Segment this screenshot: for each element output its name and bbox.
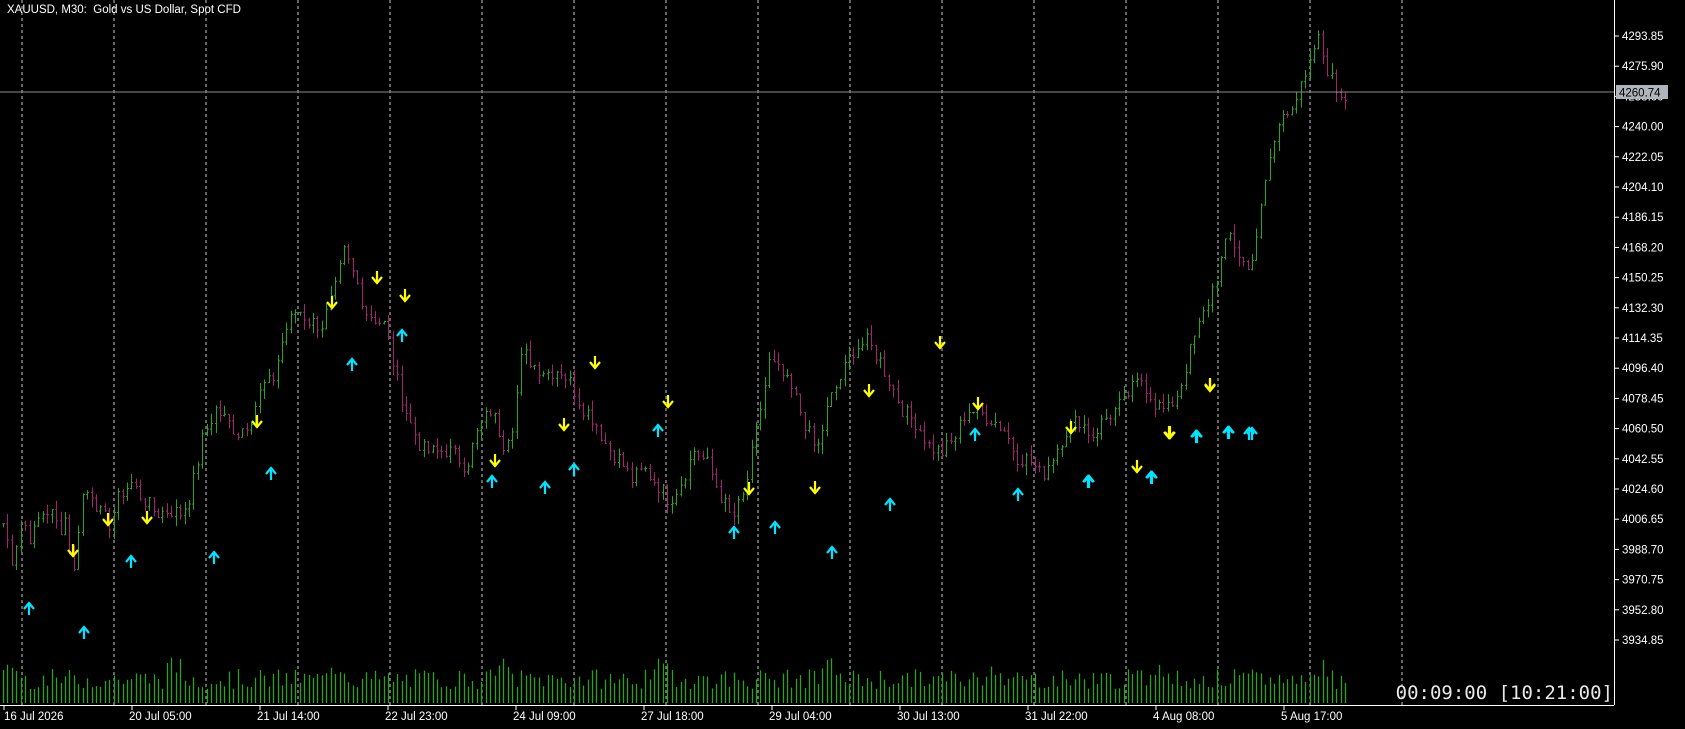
y-tick-label: 3952.80	[1622, 605, 1664, 617]
y-tick-label: 4078.45	[1622, 393, 1664, 405]
chart-background	[0, 0, 1685, 729]
x-tick-label: 27 Jul 18:00	[641, 711, 704, 723]
x-tick-label: 5 Aug 17:00	[1281, 711, 1342, 723]
y-tick-label: 4275.90	[1622, 61, 1664, 73]
y-tick-label: 4293.85	[1622, 31, 1664, 43]
x-tick-label: 4 Aug 08:00	[1153, 711, 1214, 723]
y-tick-label: 3988.70	[1622, 544, 1664, 556]
x-tick-label: 22 Jul 23:00	[385, 711, 448, 723]
y-tick-label: 3970.75	[1622, 575, 1664, 587]
y-tick-label: 4150.25	[1622, 273, 1664, 285]
y-tick-label: 4096.40	[1622, 363, 1664, 375]
x-tick-label: 30 Jul 13:00	[897, 711, 960, 723]
y-axis-ticks: 4293.854275.904258.004240.004222.054204.…	[1614, 31, 1664, 647]
current-price-label: 4260.74	[1619, 88, 1661, 100]
current-price-tag: 4260.74	[1616, 85, 1668, 100]
y-tick-label: 4114.35	[1622, 333, 1663, 345]
y-tick-label: 4186.15	[1622, 212, 1664, 224]
y-tick-label: 4204.10	[1622, 182, 1664, 194]
y-tick-label: 4132.30	[1622, 303, 1664, 315]
x-tick-label: 16 Jul 2026	[4, 711, 63, 723]
y-tick-label: 3934.85	[1622, 635, 1664, 647]
x-tick-label: 29 Jul 04:00	[769, 711, 832, 723]
y-tick-label: 4222.05	[1622, 152, 1664, 164]
y-tick-label: 4042.55	[1622, 454, 1664, 466]
y-tick-label: 4168.20	[1622, 242, 1664, 254]
y-tick-label: 4006.65	[1622, 514, 1664, 526]
price-chart[interactable]: 4293.854275.904258.004240.004222.054204.…	[0, 0, 1685, 729]
x-tick-label: 21 Jul 14:00	[257, 711, 320, 723]
x-tick-label: 24 Jul 09:00	[513, 711, 576, 723]
y-tick-label: 4024.60	[1622, 484, 1664, 496]
bar-countdown-timer: 00:09:00 [10:21:00]	[1395, 682, 1613, 704]
y-tick-label: 4240.00	[1622, 122, 1664, 134]
y-tick-label: 4060.50	[1622, 424, 1664, 436]
x-tick-label: 20 Jul 05:00	[129, 711, 192, 723]
chart-title: XAUUSD, M30: Gold vs US Dollar, Spot CFD	[7, 4, 241, 16]
x-tick-label: 31 Jul 22:00	[1025, 711, 1088, 723]
